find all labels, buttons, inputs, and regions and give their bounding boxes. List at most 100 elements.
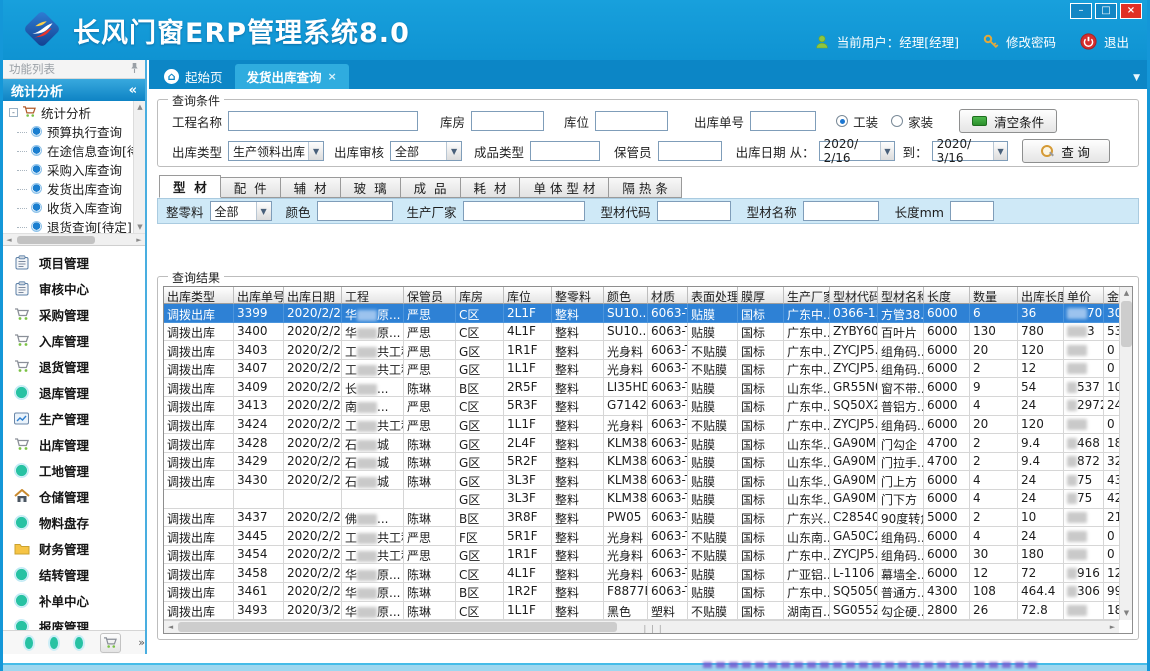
tree-item-receiving-inbound-query[interactable]: 收货入库查询 [3, 198, 145, 217]
sidebar-item-return-goods-mgmt[interactable]: 退货管理 [3, 353, 145, 379]
scrollbar-thumb[interactable] [17, 236, 95, 244]
sidebar-item-outbound-mgmt[interactable]: 出库管理 [3, 431, 145, 457]
module-circle-icon[interactable] [75, 637, 83, 649]
table-row[interactable]: 调拨出库34612020/2/28华原...陈琳B区1R2F整料F8877FT6… [164, 583, 1119, 602]
table-row[interactable]: 调拨出库34132020/2/26南...严思C区5R3F整料G71422606… [164, 397, 1119, 416]
chevron-more-icon[interactable]: » [138, 636, 145, 649]
tree-item-purchase-inbound-query[interactable]: 采购入库查询 [3, 160, 145, 179]
tab-home[interactable]: ⌂ 起始页 [152, 64, 235, 89]
outbound-type-select[interactable]: 生产领料出库▼ [228, 141, 324, 161]
material-tab-consumable[interactable]: 耗 材 [461, 177, 521, 198]
column-header[interactable]: 膜厚 [738, 287, 784, 304]
column-header[interactable]: 库房 [456, 287, 504, 304]
table-row[interactable]: 调拨出库34452020/2/27工共工程严思F区5R1F整料光身料6063-T… [164, 527, 1119, 546]
table-row[interactable]: G区3L3F整料KLM38176063-T5贴膜国标山东华...GA90M09.… [164, 490, 1119, 509]
column-header[interactable]: 单价 [1064, 287, 1104, 304]
table-horizontal-scrollbar[interactable]: ◄ ❘❘❘ ► [164, 620, 1119, 633]
column-header[interactable]: 出库长度 [1018, 287, 1064, 304]
material-tab-glass[interactable]: 玻 璃 [341, 177, 401, 198]
profile-name-input[interactable] [803, 201, 879, 221]
project-name-input[interactable] [228, 111, 418, 131]
column-header[interactable]: 金额 [1104, 287, 1119, 304]
maximize-button[interactable]: □ [1095, 3, 1117, 19]
scroll-right-icon[interactable]: ► [1106, 621, 1119, 634]
collapse-icon[interactable]: « [129, 83, 137, 98]
search-button[interactable]: 查 询 [1022, 139, 1110, 163]
scroll-up-icon[interactable]: ▲ [134, 101, 145, 113]
column-header[interactable]: 表面处理 [688, 287, 738, 304]
length-input[interactable] [950, 201, 994, 221]
sidebar-section-statistics[interactable]: 统计分析 « [3, 79, 145, 101]
tab-close-icon[interactable]: × [328, 70, 337, 83]
column-header[interactable]: 型材名称 [878, 287, 924, 304]
scroll-left-icon[interactable]: ◄ [164, 621, 177, 634]
sidebar-item-warehouse-mgmt[interactable]: 仓储管理 [3, 483, 145, 509]
close-button[interactable]: × [1120, 3, 1142, 19]
table-row[interactable]: 调拨出库34242020/2/26工共工程严思G区1L1F整料光身料6063-T… [164, 416, 1119, 435]
location-input[interactable] [595, 111, 668, 131]
tree-root-statistics[interactable]: - 统计分析 [3, 103, 145, 122]
table-vertical-scrollbar[interactable]: ▲ ▼ [1119, 287, 1132, 620]
table-row[interactable]: 调拨出库34032020/2/25工共工程严思G区1R1F整料光身料6063-T… [164, 341, 1119, 360]
tree-vertical-scrollbar[interactable]: ▲ ▼ [133, 101, 145, 233]
scroll-down-icon[interactable]: ▼ [134, 221, 145, 233]
sidebar-item-audit-center[interactable]: 审核中心 [3, 275, 145, 301]
table-row[interactable]: 调拨出库34292020/2/26石城陈琳G区5R2F整料KLM38176063… [164, 453, 1119, 472]
tree-expander-icon[interactable]: - [9, 108, 18, 117]
outbound-audit-select[interactable]: 全部▼ [390, 141, 462, 161]
tab-list-dropdown-icon[interactable]: ▼ [1133, 73, 1140, 83]
tree-item-shipping-outbound-query[interactable]: 发货出库查询 [3, 179, 145, 198]
table-row[interactable]: 调拨出库34372020/2/27佛...陈琳B区3R8F整料PW056063-… [164, 509, 1119, 528]
sidebar-item-return-warehouse-mgmt[interactable]: 退库管理 [3, 379, 145, 405]
table-row[interactable]: 调拨出库34932020/3/2华原...陈琳C区1L1F整料黑色塑料不贴膜国标… [164, 602, 1119, 621]
minimize-button[interactable]: – [1070, 3, 1092, 19]
scrollbar-thumb[interactable] [178, 622, 617, 632]
warehouse-input[interactable] [471, 111, 544, 131]
date-from-picker[interactable]: 2020/ 2/16▼ [819, 141, 895, 161]
color-input[interactable] [317, 201, 393, 221]
column-header[interactable]: 出库类型 [164, 287, 234, 304]
table-row[interactable]: 调拨出库34542020/2/28工共工程严思G区1R1F整料光身料6063-T… [164, 546, 1119, 565]
product-type-input[interactable] [530, 141, 600, 161]
column-header[interactable]: 出库单号 [234, 287, 284, 304]
module-circle-icon[interactable] [25, 637, 33, 649]
tab-shipping-outbound-query[interactable]: 发货出库查询 × [235, 64, 349, 89]
sidebar-item-production-mgmt[interactable]: 生产管理 [3, 405, 145, 431]
pin-icon[interactable] [130, 62, 139, 77]
column-header[interactable]: 长度 [924, 287, 970, 304]
material-tab-product[interactable]: 成 品 [401, 177, 461, 198]
table-row[interactable]: 调拨出库34072020/2/25工共工程严思G区1L1F整料光身料6063-T… [164, 360, 1119, 379]
change-password-link[interactable]: 修改密码 [1006, 32, 1056, 51]
sidebar-item-carryover-mgmt[interactable]: 结转管理 [3, 561, 145, 587]
keeper-input[interactable] [658, 141, 722, 161]
column-header[interactable]: 生产厂家 [784, 287, 830, 304]
sidebar-item-finance-mgmt[interactable]: 财务管理 [3, 535, 145, 561]
material-tab-profile[interactable]: 型 材 [159, 175, 221, 198]
logout-link[interactable]: 退出 [1104, 32, 1129, 51]
sidebar-item-purchase-mgmt[interactable]: 采购管理 [3, 301, 145, 327]
column-header[interactable]: 材质 [648, 287, 688, 304]
tree-item-return-query[interactable]: 退货查询[待定] [3, 217, 145, 234]
radio-jiazhuang[interactable] [891, 115, 903, 127]
material-tab-auxiliary[interactable]: 辅 材 [281, 177, 341, 198]
column-header[interactable]: 工程 [342, 287, 404, 304]
tree-item-budget-exec-query[interactable]: 预算执行查询 [3, 122, 145, 141]
scroll-down-icon[interactable]: ▼ [1120, 607, 1133, 620]
column-header[interactable]: 整零料 [552, 287, 604, 304]
scroll-left-icon[interactable]: ◄ [3, 234, 15, 246]
material-tab-accessory[interactable]: 配 件 [221, 177, 281, 198]
column-header[interactable]: 库位 [504, 287, 552, 304]
order-no-input[interactable] [750, 111, 816, 131]
column-header[interactable]: 出库日期 [284, 287, 342, 304]
sidebar-item-inbound-mgmt[interactable]: 入库管理 [3, 327, 145, 353]
column-header[interactable]: 保管员 [404, 287, 456, 304]
radio-gongzhuang[interactable] [836, 115, 848, 127]
whole-part-select[interactable]: 全部▼ [210, 201, 272, 221]
sidebar-item-scrap-mgmt[interactable]: 报废管理 [3, 613, 145, 630]
table-row[interactable]: 调拨出库34002020/2/25华原...严思C区4L1F整料SU10...6… [164, 323, 1119, 342]
column-header[interactable]: 数量 [970, 287, 1018, 304]
table-row[interactable]: 调拨出库34582020/2/28华原...陈琳C区4L1F整料光身料6063-… [164, 564, 1119, 583]
sidebar-item-project-mgmt[interactable]: 项目管理 [3, 249, 145, 275]
table-row[interactable]: 调拨出库34092020/2/25长...陈琳B区2R5F整料LI35HD606… [164, 378, 1119, 397]
date-to-picker[interactable]: 2020/ 3/16▼ [932, 141, 1008, 161]
